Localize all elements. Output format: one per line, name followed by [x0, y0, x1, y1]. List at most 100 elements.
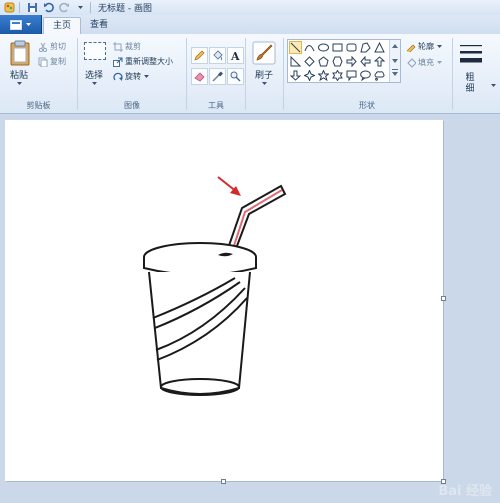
group-separator	[77, 38, 78, 110]
select-icon[interactable]	[84, 42, 106, 60]
copy-button[interactable]: 复制	[38, 56, 66, 67]
paint-menu-icon	[9, 19, 22, 30]
image-group: 选择 裁剪 重新调整大小 旋转 图像	[79, 34, 185, 113]
color-picker-tool[interactable]	[209, 68, 226, 85]
fill-label: 填充	[418, 58, 434, 67]
shape-rectangle[interactable]	[331, 41, 344, 54]
outline-label: 轮廓	[418, 42, 434, 51]
paste-icon[interactable]	[9, 40, 31, 66]
fill-button[interactable]: 填充	[406, 57, 443, 68]
shape-diamond[interactable]	[303, 55, 316, 68]
shape-six-point-star[interactable]	[331, 69, 344, 82]
pencil-tool[interactable]	[191, 47, 208, 64]
quick-access-dropdown-icon[interactable]	[74, 1, 87, 14]
size-label-thin[interactable]: 细	[457, 81, 483, 94]
fill-tool[interactable]	[209, 47, 226, 64]
tab-home[interactable]: 主页	[43, 17, 81, 35]
shape-up-arrow[interactable]	[373, 55, 386, 68]
chevron-down-icon[interactable]	[16, 81, 23, 86]
shape-oval-callout[interactable]	[359, 69, 372, 82]
oval-callout-icon	[360, 70, 371, 81]
work-area[interactable]: Bai 经验	[0, 114, 500, 503]
line-size-icon[interactable]	[459, 41, 483, 65]
right-triangle-icon	[290, 56, 301, 67]
four-point-star-icon	[304, 70, 315, 81]
cut-button[interactable]: 剪切	[38, 41, 66, 52]
magnifier-icon	[230, 71, 241, 82]
scissors-icon	[38, 42, 48, 52]
group-separator	[186, 38, 187, 110]
chevron-down-icon	[25, 23, 31, 26]
eraser-icon	[194, 72, 205, 82]
select-button[interactable]: 选择	[79, 68, 109, 81]
shape-triangle[interactable]	[373, 41, 386, 54]
shapes-scrollbar[interactable]	[389, 40, 400, 82]
shape-curve[interactable]	[303, 41, 316, 54]
shape-line[interactable]	[289, 41, 302, 54]
shape-pentagon[interactable]	[317, 55, 330, 68]
canvas-resize-handle-bottom[interactable]	[221, 479, 226, 484]
rounded-rectangle-icon	[346, 43, 357, 52]
shape-left-arrow[interactable]	[359, 55, 372, 68]
shape-oval[interactable]	[317, 41, 330, 54]
chevron-down-icon	[144, 75, 149, 78]
polygon-icon	[360, 42, 371, 53]
cup-body	[148, 271, 251, 395]
undo-icon[interactable]	[42, 1, 55, 14]
shape-four-point-star[interactable]	[303, 69, 316, 82]
brush-icon[interactable]	[252, 41, 276, 65]
brushes-button[interactable]: 刷子	[249, 68, 279, 81]
chevron-down-icon[interactable]	[261, 81, 268, 86]
chevron-down-icon[interactable]	[91, 81, 98, 86]
redo-icon[interactable]	[58, 1, 71, 14]
shape-hexagon[interactable]	[331, 55, 344, 68]
fill-icon	[213, 50, 223, 61]
magnifier-tool[interactable]	[227, 68, 244, 85]
shape-polygon[interactable]	[359, 41, 372, 54]
resize-icon	[113, 57, 123, 67]
copy-icon	[38, 57, 48, 67]
hexagon-icon	[332, 56, 343, 67]
paste-button[interactable]: 粘贴	[4, 68, 34, 81]
separator	[19, 2, 20, 13]
text-tool[interactable]: A	[227, 47, 244, 64]
tab-view[interactable]: 查看	[83, 17, 115, 34]
rotate-button[interactable]: 旋转	[113, 71, 150, 82]
crop-icon	[113, 41, 123, 52]
shape-right-triangle[interactable]	[289, 55, 302, 68]
chevron-down-icon[interactable]	[490, 83, 497, 88]
six-point-star-icon	[332, 70, 343, 81]
shape-rounded-rectangle[interactable]	[345, 41, 358, 54]
triangle-icon	[374, 42, 385, 53]
shape-right-arrow[interactable]	[345, 55, 358, 68]
eraser-tool[interactable]	[191, 68, 208, 85]
shape-rect-callout[interactable]	[345, 69, 358, 82]
chevron-down-icon	[437, 45, 442, 48]
save-icon[interactable]	[26, 1, 39, 14]
ribbon: 粘贴 剪切 复制 剪贴板 选择 裁剪 重新调整大小 旋转 图像 A 工具 刷子 …	[0, 34, 500, 114]
shape-down-arrow[interactable]	[289, 69, 302, 82]
outline-button[interactable]: 轮廓	[406, 41, 443, 52]
resize-button[interactable]: 重新调整大小	[113, 56, 173, 67]
crop-button[interactable]: 裁剪	[113, 41, 141, 52]
ribbon-tab-row: 主页 查看	[0, 15, 500, 35]
rotate-icon	[113, 72, 123, 81]
color-picker-icon	[212, 71, 223, 82]
cup-drawing	[143, 176, 287, 396]
fill-bucket-icon	[407, 57, 416, 68]
shape-cloud-callout[interactable]	[373, 69, 386, 82]
drawing-canvas[interactable]	[5, 120, 443, 481]
shapes-gallery[interactable]	[287, 39, 401, 83]
text-icon: A	[230, 50, 240, 61]
shape-five-point-star[interactable]	[317, 69, 330, 82]
paint-app-icon[interactable]	[3, 1, 16, 14]
rectangle-icon	[332, 43, 343, 52]
down-arrow-icon	[290, 70, 301, 81]
chevron-down-icon	[437, 61, 442, 64]
paint-menu-button[interactable]	[0, 15, 42, 34]
title-bar: 无标题 - 画图	[0, 0, 500, 16]
outline-icon	[406, 44, 416, 52]
canvas-resize-handle-right[interactable]	[441, 296, 446, 301]
line-icon	[290, 42, 301, 53]
right-arrow-icon	[346, 56, 357, 67]
